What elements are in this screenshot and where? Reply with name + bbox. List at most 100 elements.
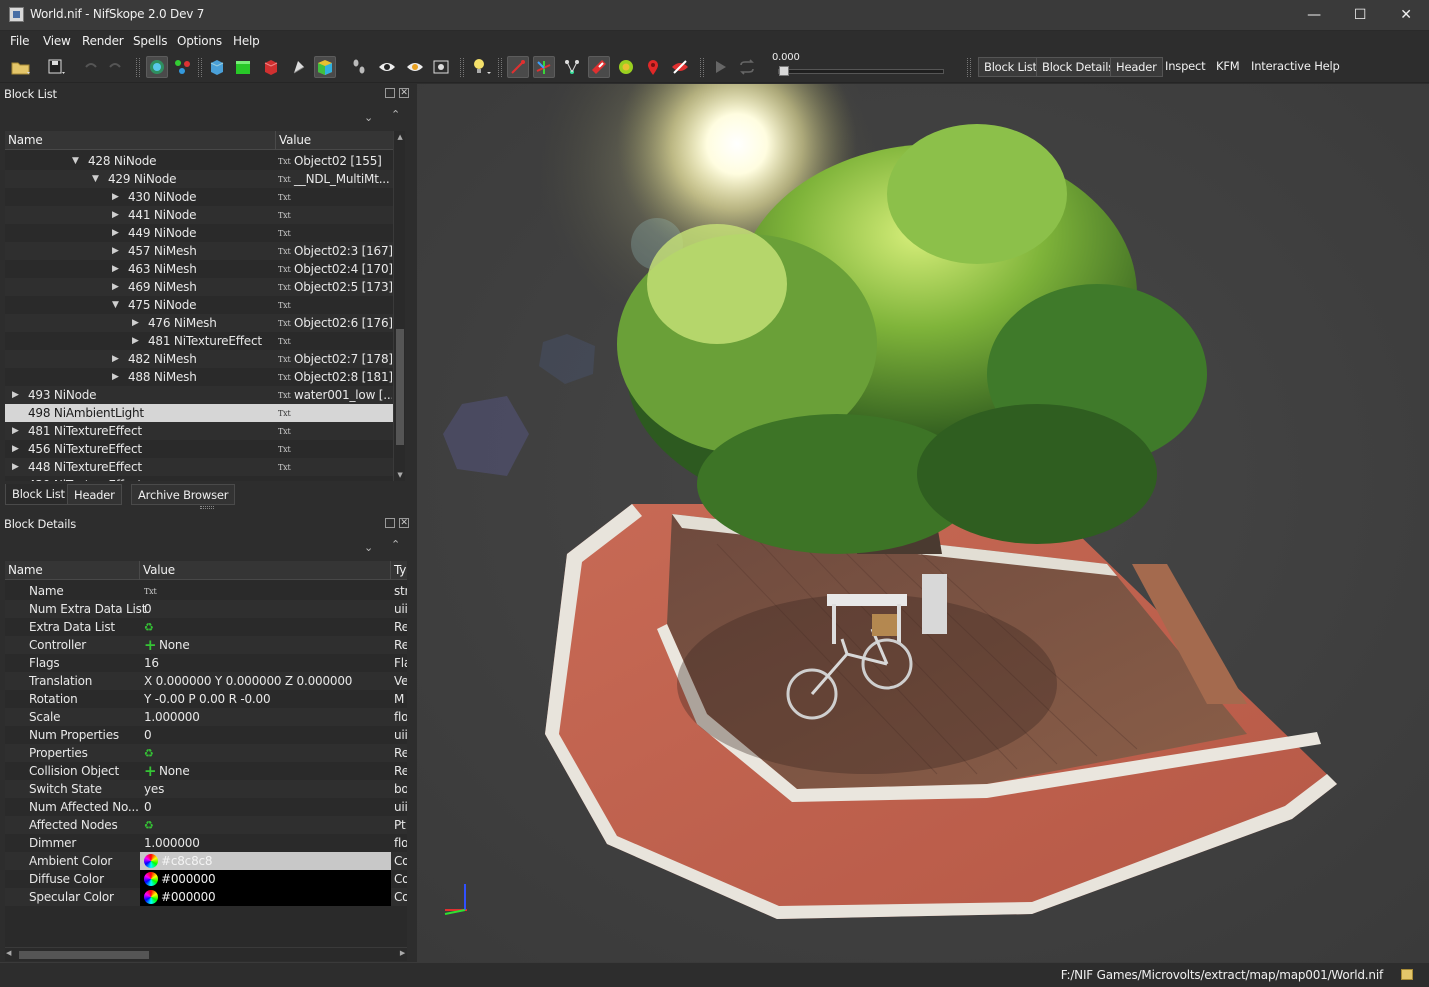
column-type-header[interactable]: Ty — [391, 561, 407, 580]
menu-view[interactable]: View — [43, 34, 71, 48]
scroll-thumb[interactable] — [19, 951, 149, 959]
collapsed-arrow-icon[interactable]: ▶ — [132, 314, 139, 332]
block-list-row[interactable]: ▶ 430 NiNode Txt — [5, 188, 394, 206]
toolbar-tab-block-list[interactable]: Block List — [978, 57, 1043, 77]
view-top-icon[interactable] — [206, 56, 228, 78]
detail-value[interactable]: 0 — [144, 726, 152, 744]
detail-value[interactable]: Txt — [144, 582, 160, 601]
detail-value[interactable]: #c8c8c8 — [144, 852, 213, 870]
minimize-button[interactable]: — — [1291, 0, 1337, 31]
detail-row[interactable]: Num Properties 0 uii — [5, 726, 407, 744]
float-panel-icon[interactable] — [385, 88, 395, 98]
detail-row[interactable]: Switch State yes bo — [5, 780, 407, 798]
detail-row[interactable]: Num Affected No... 0 uii — [5, 798, 407, 816]
detail-value[interactable]: X 0.000000 Y 0.000000 Z 0.000000 — [144, 672, 352, 690]
draw-havok-icon[interactable] — [561, 56, 583, 78]
close-panel-icon[interactable]: ✕ — [399, 88, 409, 98]
detail-row[interactable]: Specular Color #000000 Co — [5, 888, 407, 906]
color-wheel-icon[interactable] — [144, 854, 158, 868]
collapsed-arrow-icon[interactable]: ▶ — [132, 332, 139, 350]
collapsed-arrow-icon[interactable]: ▶ — [12, 476, 19, 481]
lighting-icon[interactable] — [470, 56, 492, 78]
time-slider-handle[interactable] — [779, 66, 789, 76]
column-name-header[interactable]: Name — [5, 561, 140, 580]
draw-nodes-icon[interactable] — [533, 56, 555, 78]
collapsed-arrow-icon[interactable]: ▶ — [12, 422, 19, 440]
detail-value[interactable]: + None — [144, 636, 190, 654]
toolbar-tab-kfm[interactable]: KFM — [1211, 57, 1244, 77]
block-details-hscrollbar[interactable]: ◀ ▶ — [5, 947, 407, 961]
view-side-icon[interactable] — [260, 56, 282, 78]
block-list-tree[interactable]: Name Value ▼ 428 NiNode Txt Object02 [155] ▼… — [5, 131, 394, 481]
open-folder-icon[interactable] — [10, 56, 32, 78]
collapsed-arrow-icon[interactable]: ▶ — [12, 440, 19, 458]
expanded-arrow-icon[interactable]: ▼ — [72, 152, 79, 170]
add-link-icon[interactable]: + — [144, 762, 159, 780]
block-list-row[interactable]: ▶ 463 NiMesh Txt Object02:4 [170] — [5, 260, 394, 278]
menu-render[interactable]: Render — [82, 34, 124, 48]
draw-culling-icon[interactable] — [669, 56, 691, 78]
collapsed-arrow-icon[interactable]: ▶ — [12, 386, 19, 404]
column-value-header[interactable]: Value — [276, 131, 394, 150]
block-list-row[interactable]: ▼ 429 NiNode Txt __NDL_MultiMt... — [5, 170, 394, 188]
screenshot-icon[interactable] — [430, 56, 452, 78]
collapsed-arrow-icon[interactable]: ▶ — [112, 224, 119, 242]
draw-markers-icon[interactable] — [642, 56, 664, 78]
collapsed-arrow-icon[interactable]: ▶ — [112, 260, 119, 278]
render-viewport[interactable] — [417, 84, 1429, 962]
collapsed-arrow-icon[interactable]: ▶ — [12, 458, 19, 476]
detail-value[interactable]: ♻ — [144, 744, 154, 763]
scroll-left-icon[interactable]: ◀ — [6, 949, 11, 957]
collapsed-arrow-icon[interactable]: ▶ — [112, 350, 119, 368]
collapsed-arrow-icon[interactable]: ▶ — [112, 368, 119, 386]
block-list-row[interactable]: ▶ 481 NiTextureEffect Txt — [5, 332, 394, 350]
menu-spells[interactable]: Spells — [133, 34, 168, 48]
block-list-row[interactable]: ▶ 439 NiTextureEffect Txt — [5, 476, 394, 481]
collapsed-arrow-icon[interactable]: ▶ — [112, 278, 119, 296]
block-list-row[interactable]: ▼ 475 NiNode Txt — [5, 296, 394, 314]
detail-value[interactable]: #000000 — [144, 888, 216, 906]
scroll-right-icon[interactable]: ▶ — [400, 949, 405, 957]
play-icon[interactable] — [709, 56, 731, 78]
color-wheel-icon[interactable] — [144, 890, 158, 904]
collapsed-arrow-icon[interactable]: ▶ — [112, 188, 119, 206]
close-button[interactable]: ✕ — [1383, 0, 1429, 31]
detail-row[interactable]: Ambient Color #c8c8c8 Co — [5, 852, 407, 870]
view-walk-icon[interactable] — [314, 56, 336, 78]
block-list-row[interactable]: ▶ 481 NiTextureEffect Txt — [5, 422, 394, 440]
tab-block-list[interactable]: Block List — [5, 484, 72, 505]
block-details-tree[interactable]: Name Value Ty Name Txt str Num Extra Data L… — [5, 561, 407, 947]
tab-header[interactable]: Header — [67, 484, 122, 505]
collapse-all-icon[interactable]: ⌄ — [364, 111, 373, 124]
block-list-row[interactable]: ▶ 441 NiNode Txt — [5, 206, 394, 224]
add-link-icon[interactable]: + — [144, 636, 159, 654]
detail-value[interactable]: yes — [144, 780, 164, 798]
block-list-row[interactable]: ▶ 488 NiMesh Txt Object02:8 [181] — [5, 368, 394, 386]
detail-row[interactable]: Dimmer 1.000000 flo — [5, 834, 407, 852]
draw-furniture-icon[interactable] — [615, 56, 637, 78]
time-slider[interactable] — [778, 69, 944, 74]
view-front-icon[interactable] — [232, 56, 254, 78]
block-list-row[interactable]: ▶ 449 NiNode Txt — [5, 224, 394, 242]
menu-options[interactable]: Options — [177, 34, 222, 48]
tab-archive-browser[interactable]: Archive Browser — [131, 484, 236, 505]
maximize-button[interactable]: ☐ — [1337, 0, 1383, 31]
collapsed-arrow-icon[interactable]: ▶ — [112, 242, 119, 260]
undo-icon[interactable] — [80, 56, 102, 78]
detail-row[interactable]: Num Extra Data List 0 uii — [5, 600, 407, 618]
detail-row[interactable]: Scale 1.000000 flo — [5, 708, 407, 726]
collapsed-arrow-icon[interactable]: ▶ — [112, 206, 119, 224]
menu-file[interactable]: File — [10, 34, 29, 48]
detail-value[interactable]: ♻ — [144, 618, 154, 637]
detail-row[interactable]: Rotation Y -0.00 P 0.00 R -0.00 M — [5, 690, 407, 708]
block-list-row[interactable]: ▶ 448 NiTextureEffect Txt — [5, 458, 394, 476]
detail-value[interactable]: 1.000000 — [144, 834, 200, 852]
color-wheel-icon[interactable] — [144, 872, 158, 886]
detail-row[interactable]: Flags 16 Fla — [5, 654, 407, 672]
float-panel-icon[interactable] — [385, 518, 395, 528]
draw-constraints-icon[interactable] — [588, 56, 610, 78]
scroll-thumb[interactable] — [396, 329, 404, 445]
detail-value[interactable]: + None — [144, 762, 190, 780]
menu-help[interactable]: Help — [233, 34, 260, 48]
column-value-header[interactable]: Value — [140, 561, 391, 580]
